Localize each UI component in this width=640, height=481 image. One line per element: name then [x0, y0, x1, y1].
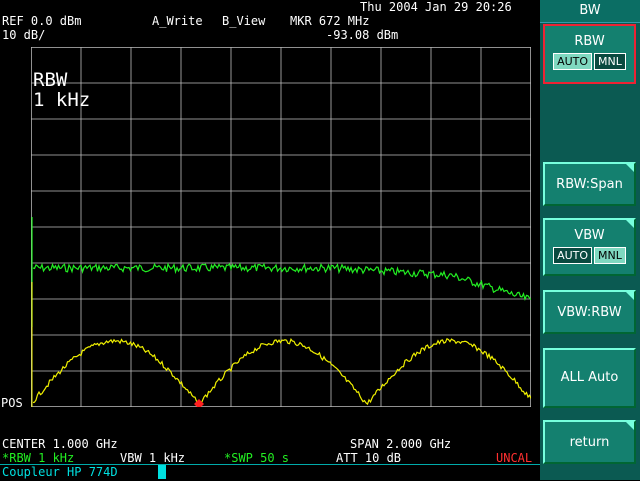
rbw-annotation-value: 1 kHz — [33, 89, 91, 111]
marker-freq: MKR 672 MHz — [290, 14, 370, 28]
vbw-auto-option[interactable]: AUTO — [553, 247, 593, 264]
rbw-softkey-label: RBW — [574, 34, 605, 49]
marker-level: -93.08 dBm — [326, 28, 399, 42]
text-cursor — [158, 465, 166, 479]
submenu-corner-icon — [626, 164, 634, 172]
rbw-auto-option[interactable]: AUTO — [553, 53, 593, 70]
rbw-span-softkey[interactable]: RBW:Span — [543, 162, 636, 206]
submenu-corner-icon — [626, 292, 634, 300]
submenu-corner-icon — [626, 422, 634, 430]
trace-a-mode: A_Write — [152, 14, 203, 28]
pos-label: POS — [1, 396, 23, 410]
menu-title: BW — [540, 0, 640, 23]
vbw-mnl-option[interactable]: MNL — [594, 247, 626, 264]
all-auto-label: ALL Auto — [560, 370, 619, 385]
ref-level: REF 0.0 dBm — [2, 14, 82, 28]
return-softkey[interactable]: return — [543, 420, 636, 464]
rbw-annotation-title: RBW — [33, 69, 68, 91]
status-text: Coupleur HP 774D — [2, 465, 118, 479]
all-auto-softkey[interactable]: ALL Auto — [543, 348, 636, 408]
datetime: Thu 2004 Jan 29 20:26 — [360, 0, 512, 14]
vbw-rbw-softkey[interactable]: VBW:RBW — [543, 290, 636, 334]
rbw-mnl-option[interactable]: MNL — [594, 53, 626, 70]
return-label: return — [569, 435, 610, 450]
trace-b-mode: B_View — [222, 14, 266, 28]
span: SPAN 2.000 GHz — [350, 437, 452, 451]
rbw-span-label: RBW:Span — [556, 177, 623, 192]
trace-b-line — [32, 337, 531, 406]
rbw-softkey[interactable]: RBW AUTO MNL — [543, 24, 636, 84]
trace-a-line — [32, 262, 531, 301]
scale: 10 dB/ — [2, 28, 46, 42]
spectrum-display[interactable] — [31, 47, 531, 407]
vbw-softkey-label: VBW — [574, 228, 605, 243]
center-freq: CENTER 1.000 GHz — [2, 437, 118, 451]
graticule — [31, 47, 531, 407]
vbw-softkey[interactable]: VBW AUTO MNL — [543, 218, 636, 276]
submenu-corner-icon — [626, 220, 634, 228]
vbw-rbw-label: VBW:RBW — [557, 305, 622, 320]
